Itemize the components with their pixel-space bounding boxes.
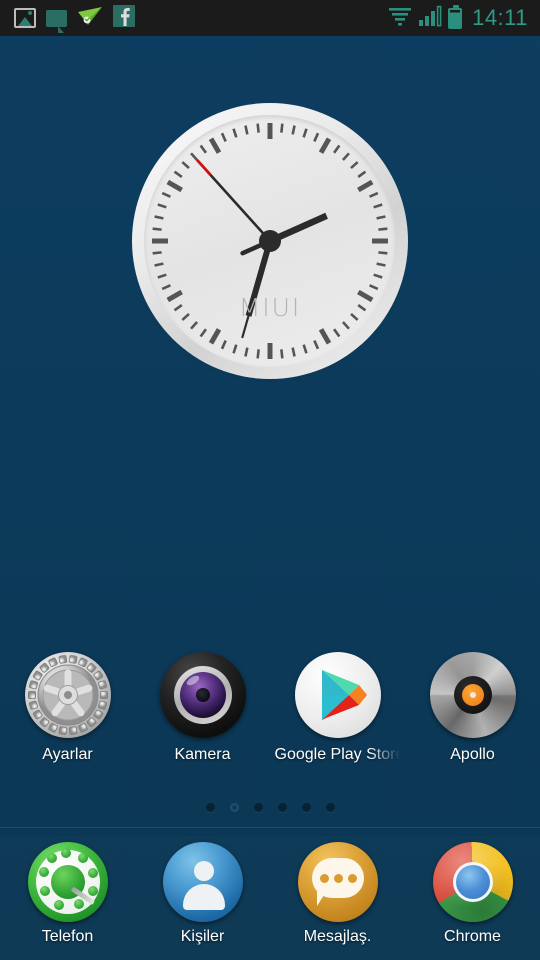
dock-label: Chrome	[444, 928, 501, 945]
second-hand	[207, 171, 272, 243]
analog-clock-widget[interactable]: MIUI	[132, 103, 408, 379]
page-dot[interactable]	[301, 803, 311, 812]
clock-brand-label: MIUI	[238, 293, 302, 322]
status-bar-notification-icons	[0, 4, 388, 33]
dock-item-mesajlas[interactable]: Mesajlaş.	[270, 836, 405, 960]
dock-item-kisiler[interactable]: Kişiler	[135, 836, 270, 960]
clock-center-cap	[259, 230, 281, 252]
app-icon-ayarlar[interactable]: Ayarlar	[0, 652, 135, 782]
page-dot[interactable]	[253, 803, 263, 812]
cellular-signal-icon	[418, 5, 442, 32]
home-screen: 14:11 MIUI Ayarlar Kamera Google Play St…	[0, 0, 540, 960]
status-bar-system-icons: 14:11	[388, 4, 540, 32]
app-label: Ayarlar	[42, 746, 93, 763]
dock-label: Kişiler	[180, 928, 225, 945]
app-label: Google Play Store	[274, 746, 401, 763]
page-dot[interactable]	[205, 803, 215, 812]
google-play-icon[interactable]	[294, 652, 381, 738]
app-icon-kamera[interactable]: Kamera	[135, 652, 270, 782]
dock-item-telefon[interactable]: Telefon	[0, 836, 135, 960]
app-icon-google-play-store[interactable]: Google Play Store	[270, 652, 405, 782]
page-dot[interactable]	[229, 803, 239, 812]
app-label: Apollo	[450, 746, 495, 763]
page-indicator[interactable]	[0, 803, 540, 812]
chrome-icon[interactable]	[432, 842, 513, 922]
gallery-icon	[14, 8, 36, 28]
settings-gear-icon[interactable]	[24, 652, 111, 738]
wifi-icon	[388, 5, 412, 32]
facebook-icon	[113, 4, 135, 32]
contacts-person-icon[interactable]	[162, 842, 243, 922]
battery-icon	[448, 4, 463, 29]
phone-dialer-icon[interactable]	[27, 842, 108, 922]
second-hand-red-tip	[196, 159, 212, 176]
dock: Telefon Kişiler Mesajlaş. Chrome	[0, 836, 540, 960]
app-icon-apollo[interactable]: Apollo	[405, 652, 540, 782]
status-bar-clock: 14:11	[472, 5, 528, 30]
app-grid-row: Ayarlar Kamera Google Play Store Apollo	[0, 652, 540, 782]
dock-divider	[0, 827, 540, 828]
camera-lens-icon[interactable]	[159, 652, 246, 738]
paper-plane-icon	[77, 6, 103, 31]
page-dot[interactable]	[277, 803, 287, 812]
dock-label: Telefon	[41, 928, 94, 945]
app-label: Kamera	[174, 746, 231, 763]
status-bar[interactable]: 14:11	[0, 0, 540, 36]
dock-label: Mesajlaş.	[303, 928, 372, 945]
messaging-bubble-icon[interactable]	[297, 842, 378, 922]
vinyl-record-icon[interactable]	[429, 652, 516, 738]
page-dot[interactable]	[325, 803, 335, 812]
dock-item-chrome[interactable]: Chrome	[405, 836, 540, 960]
clock-dial	[152, 123, 388, 359]
message-bubble-icon	[46, 9, 67, 33]
